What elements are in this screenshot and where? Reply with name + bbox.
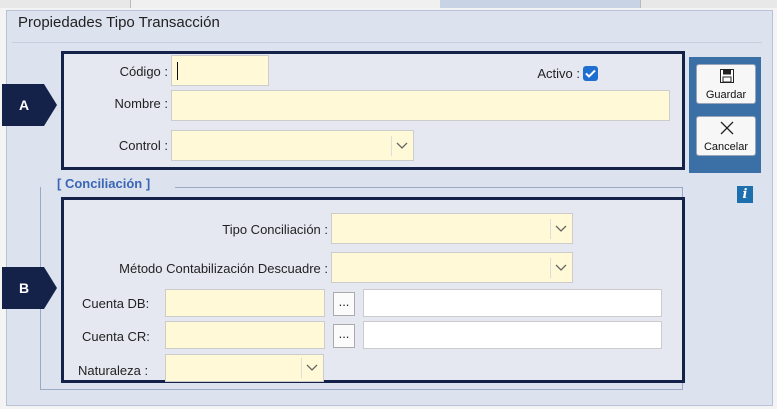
save-button-label: Guardar (705, 89, 747, 101)
cuenta-db-input[interactable] (165, 289, 325, 317)
text-cursor (177, 62, 178, 80)
nombre-input[interactable] (171, 90, 670, 121)
codigo-label: Código : (119, 64, 168, 79)
cancel-button[interactable]: Cancelar (696, 116, 756, 156)
tipo-conciliacion-label: Tipo Conciliación : (222, 222, 328, 237)
background-tab (640, 0, 777, 8)
control-label: Control : (118, 138, 168, 153)
activo-label: Activo : (537, 66, 580, 81)
conciliacion-group-title: [ Conciliación ] (55, 176, 153, 191)
chevron-down-icon[interactable] (391, 136, 411, 156)
chevron-down-icon[interactable] (550, 219, 570, 239)
naturaleza-select[interactable] (165, 354, 324, 382)
cuenta-db-browse-button[interactable]: ... (333, 292, 355, 316)
background-tab-active (440, 0, 640, 8)
control-select[interactable] (171, 130, 414, 161)
floppy-disk-icon (720, 69, 734, 83)
section-a-marker: A (2, 84, 58, 126)
check-icon (585, 69, 596, 78)
chevron-down-icon[interactable] (301, 358, 321, 378)
title-divider (12, 42, 762, 43)
section-b-marker: B (2, 267, 58, 309)
tipo-conciliacion-select[interactable] (331, 213, 573, 244)
metodo-contabilizacion-select[interactable] (331, 252, 573, 283)
nombre-label: Nombre : (114, 96, 168, 111)
cuenta-db-label: Cuenta DB: (82, 296, 150, 311)
save-button[interactable]: Guardar (696, 64, 756, 104)
cuenta-cr-input[interactable] (165, 321, 325, 349)
conciliacion-group-frame-top (175, 187, 683, 188)
dialog-title: Propiedades Tipo Transacción (18, 14, 220, 31)
info-icon[interactable]: i (737, 186, 753, 203)
cuenta-cr-browse-button[interactable]: ... (333, 324, 355, 348)
cuenta-cr-label: Cuenta CR: (82, 329, 150, 344)
activo-checkbox[interactable] (583, 66, 598, 81)
close-x-icon (720, 121, 734, 135)
chevron-down-icon[interactable] (550, 258, 570, 278)
metodo-contabilizacion-label: Método Contabilización Descuadre : (119, 261, 328, 276)
cancel-button-label: Cancelar (703, 141, 749, 153)
codigo-input[interactable] (171, 55, 269, 86)
cuenta-cr-description (363, 321, 662, 349)
background-window-strip (0, 0, 777, 8)
naturaleza-label: Naturaleza : (78, 363, 149, 378)
cuenta-db-description (363, 289, 662, 317)
background-tab (130, 0, 440, 8)
